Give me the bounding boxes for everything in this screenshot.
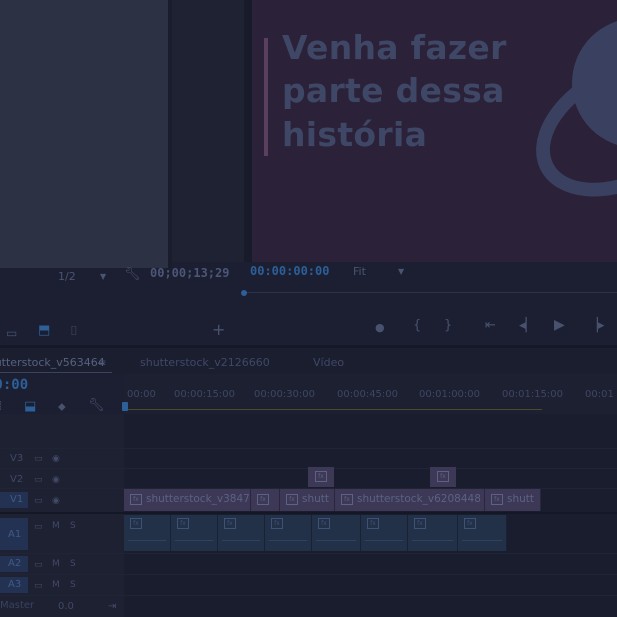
program-monitor-preview: Venha fazer parte dessa história — [252, 0, 617, 262]
panel-divider — [244, 0, 252, 262]
ruler-label: 00:01:00:00 — [419, 389, 481, 400]
track-name-a1[interactable]: A1 — [8, 529, 21, 540]
source-monitor-margin — [172, 0, 248, 262]
track-name-v2[interactable]: V2 — [10, 474, 23, 485]
clip-audio[interactable]: fx — [265, 515, 312, 551]
clip-audio[interactable]: fx — [218, 515, 265, 551]
track-name-a3[interactable]: A3 — [8, 579, 21, 590]
marker-icon[interactable]: ● — [375, 321, 385, 335]
insert-icon[interactable]: ▭ — [6, 326, 17, 340]
step-back-icon[interactable]: ◂▏ — [519, 319, 536, 333]
ruler-label: 00:01:15:00 — [502, 389, 564, 400]
export-frame-icon[interactable]: ⌷ — [70, 325, 78, 339]
program-scrub-bar[interactable] — [244, 292, 617, 293]
source-timecode[interactable]: 00;00;13;29 — [150, 266, 229, 280]
clip-audio[interactable]: fx — [124, 515, 171, 551]
title-line-3: história — [282, 115, 428, 154]
timeline-playhead[interactable] — [122, 402, 128, 411]
solo-icon[interactable]: S — [70, 559, 76, 569]
title-line-1: Venha fazer — [282, 28, 507, 67]
chevron-down-icon[interactable]: ▼ — [100, 272, 106, 281]
video-audio-divider — [0, 512, 617, 514]
overwrite-icon[interactable]: ⬒ — [38, 324, 50, 338]
clip-adjustment[interactable]: fx — [430, 467, 456, 487]
clip-audio[interactable]: fx — [171, 515, 218, 551]
timeline-timecode[interactable]: 00:00 — [0, 377, 28, 393]
toggle-sync-lock-icon[interactable]: ▭ — [34, 454, 43, 464]
chevron-down-icon[interactable]: ▼ — [398, 267, 404, 276]
clip-video[interactable]: fx — [251, 489, 280, 511]
ruler-label: 00:00:15:00 — [174, 389, 236, 400]
mute-icon[interactable]: M — [52, 521, 60, 531]
tab-sequence-active[interactable]: shutterstock_v563464 — [0, 356, 105, 369]
clip-audio[interactable]: fx — [312, 515, 361, 551]
out-point-icon[interactable]: } — [444, 319, 452, 333]
clip-video[interactable]: fx shutt — [485, 489, 541, 511]
track-name-v1[interactable]: V1 — [10, 494, 23, 505]
add-button-icon[interactable]: + — [212, 322, 225, 338]
solo-icon[interactable]: S — [70, 521, 76, 531]
title-line-2: parte dessa — [282, 71, 505, 110]
toggle-sync-lock-icon[interactable]: ▭ — [34, 522, 43, 532]
add-marker-icon[interactable]: ⬥ — [58, 400, 66, 414]
toggle-sync-lock-icon[interactable]: ▭ — [34, 496, 43, 506]
source-resolution-select[interactable]: 1/2 — [58, 270, 76, 283]
ruler-label: 00:00:45:00 — [337, 389, 399, 400]
ruler-label: 00:00 — [127, 389, 156, 400]
active-tab-indicator — [0, 372, 112, 373]
ruler-label: 00:01 — [585, 389, 614, 400]
clip-audio[interactable]: fx — [408, 515, 458, 551]
clip-adjustment[interactable]: fx — [308, 467, 334, 487]
toggle-sync-lock-icon[interactable]: ▭ — [34, 475, 43, 485]
track-name-v3[interactable]: V3 — [10, 453, 23, 464]
panel-divider — [0, 345, 617, 348]
toggle-sync-lock-icon[interactable]: ▭ — [34, 581, 43, 591]
track-divider — [0, 574, 617, 575]
clip-video[interactable]: fx shutterstock_v3847 — [124, 489, 251, 511]
wrench-icon[interactable]: 🔧︎ — [124, 268, 141, 282]
ruler-label: 00:00:30:00 — [254, 389, 316, 400]
program-zoom-select[interactable]: Fit — [353, 265, 366, 278]
mute-icon[interactable]: M — [52, 559, 60, 569]
tab-sequence[interactable]: shutterstock_v2126660 — [140, 356, 270, 369]
go-to-in-icon[interactable]: ⇤ — [485, 319, 496, 333]
toggle-sync-lock-icon[interactable]: ▭ — [34, 560, 43, 570]
clip-audio[interactable]: fx — [361, 515, 408, 551]
program-timecode[interactable]: 00:00:00:00 — [250, 264, 329, 278]
eye-icon[interactable]: ◉ — [52, 475, 60, 485]
tab-sequence[interactable]: Vídeo — [313, 356, 344, 369]
master-volume[interactable]: 0.0 — [58, 601, 74, 612]
in-point-icon[interactable]: { — [413, 319, 421, 333]
clip-audio[interactable]: fx — [458, 515, 507, 551]
track-divider — [0, 595, 617, 596]
mute-icon[interactable]: M — [52, 580, 60, 590]
linked-selection-icon[interactable]: ⬓ — [24, 400, 36, 414]
clip-video[interactable]: fx shutt — [280, 489, 335, 511]
title-accent-bar — [264, 38, 268, 156]
menu-icon[interactable]: ≡ — [98, 357, 106, 371]
track-divider — [0, 448, 617, 449]
solo-icon[interactable]: S — [70, 580, 76, 590]
go-to-end-icon[interactable]: ⇥ — [108, 601, 116, 612]
wrench-icon[interactable]: 🔧︎ — [88, 399, 105, 413]
track-divider — [0, 553, 617, 554]
step-forward-icon[interactable]: ▕▸ — [588, 319, 605, 333]
snap-icon[interactable]: ⁞ — [0, 400, 2, 414]
work-area-bar[interactable] — [124, 409, 542, 410]
clip-video[interactable]: fx shutterstock_v6208448 — [335, 489, 485, 511]
program-playhead[interactable] — [241, 290, 247, 296]
play-icon[interactable]: ▶ — [554, 318, 565, 332]
master-track-label: Master — [0, 600, 35, 611]
eye-icon[interactable]: ◉ — [52, 454, 60, 464]
eye-icon[interactable]: ◉ — [52, 496, 60, 506]
track-name-a2[interactable]: A2 — [8, 558, 21, 569]
source-monitor-preview — [0, 0, 168, 268]
